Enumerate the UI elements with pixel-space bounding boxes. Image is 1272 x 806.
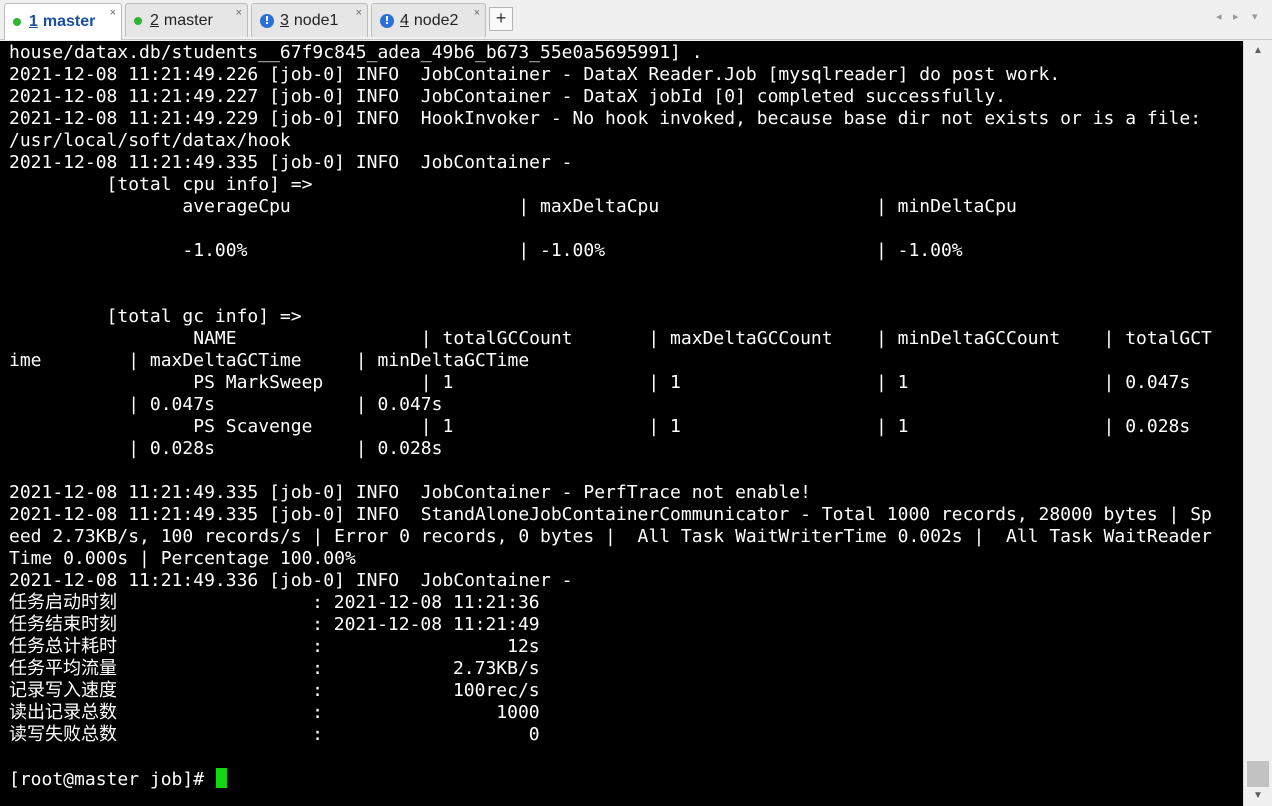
scroll-down-icon[interactable]: ▼ xyxy=(1244,786,1272,806)
scroll-thumb[interactable] xyxy=(1247,761,1269,787)
terminal-line: 2021-12-08 11:21:49.335 [job-0] INFO Sta… xyxy=(9,504,1212,525)
tab-scroll-left-icon[interactable]: ◂ xyxy=(1216,10,1222,23)
terminal-line: | 0.028s | 0.028s xyxy=(9,438,443,459)
tab-scroll-right-icon[interactable]: ▸ xyxy=(1233,10,1239,23)
terminal-line: 任务总计耗时 : 12s xyxy=(9,636,540,657)
terminal-line: [total gc info] => xyxy=(9,306,302,327)
tab-4-node2[interactable]: ! 4 node2 × xyxy=(371,3,486,37)
tab-number: 3 xyxy=(280,11,289,29)
terminal-line: Time 0.000s | Percentage 100.00% xyxy=(9,548,356,569)
terminal-line: 读出记录总数 : 1000 xyxy=(9,702,540,723)
tab-1-master[interactable]: 1 master × xyxy=(4,3,122,40)
close-icon[interactable]: × xyxy=(474,7,480,19)
terminal-line: NAME | totalGCCount | maxDeltaGCCount | … xyxy=(9,328,1212,349)
terminal-line: [total cpu info] => xyxy=(9,174,313,195)
terminal-line: 任务启动时刻 : 2021-12-08 11:21:36 xyxy=(9,592,540,613)
terminal-output[interactable]: house/datax.db/students__67f9c845_adea_4… xyxy=(0,41,1243,806)
vertical-scrollbar[interactable]: ▲ ▼ xyxy=(1243,41,1272,806)
terminal-line: 2021-12-08 11:21:49.226 [job-0] INFO Job… xyxy=(9,64,1061,85)
terminal-line: eed 2.73KB/s, 100 records/s | Error 0 re… xyxy=(9,526,1212,547)
close-icon[interactable]: × xyxy=(356,7,362,19)
terminal-line: 读写失败总数 : 0 xyxy=(9,724,540,745)
tab-menu-icon[interactable]: ▾ xyxy=(1252,10,1258,23)
tab-2-master[interactable]: 2 master × xyxy=(125,3,248,37)
tab-label: master xyxy=(163,11,213,29)
text-cursor xyxy=(215,768,227,788)
terminal-line: 2021-12-08 11:21:49.229 [job-0] INFO Hoo… xyxy=(9,108,1202,129)
tab-3-node1[interactable]: ! 3 node1 × xyxy=(251,3,368,37)
terminal-line: 2021-12-08 11:21:49.335 [job-0] INFO Job… xyxy=(9,152,573,173)
terminal-line: PS MarkSweep | 1 | 1 | 1 | 0.047s xyxy=(9,372,1191,393)
session-tab-bar: 1 master × 2 master × ! 3 node1 × ! 4 no… xyxy=(0,0,1272,40)
terminal-line: ime | maxDeltaGCTime | minDeltaGCTime xyxy=(9,350,530,371)
terminal-line: -1.00% | -1.00% | -1.00% xyxy=(9,240,963,261)
tab-number: 2 xyxy=(150,11,159,29)
tab-label: master xyxy=(42,13,96,30)
terminal-line: averageCpu | maxDeltaCpu | minDeltaCpu xyxy=(9,196,1017,217)
connected-status-icon xyxy=(13,18,21,26)
new-tab-button[interactable]: + xyxy=(489,7,513,31)
connected-status-icon xyxy=(134,16,142,25)
terminal-line: 任务平均流量 : 2.73KB/s xyxy=(9,658,540,679)
close-icon[interactable]: × xyxy=(236,7,242,19)
info-status-icon: ! xyxy=(380,13,394,28)
tab-label: node1 xyxy=(293,11,339,29)
terminal-line: 记录写入速度 : 100rec/s xyxy=(9,680,540,701)
terminal-line: 2021-12-08 11:21:49.336 [job-0] INFO Job… xyxy=(9,570,573,591)
terminal-line: PS Scavenge | 1 | 1 | 1 | 0.028s xyxy=(9,416,1191,437)
terminal-line: 2021-12-08 11:21:49.227 [job-0] INFO Job… xyxy=(9,86,1006,107)
tab-number: 4 xyxy=(400,11,409,29)
prompt-text: [root@master job]# xyxy=(9,769,215,790)
terminal-line: house/datax.db/students__67f9c845_adea_4… xyxy=(9,42,703,63)
tab-label: node2 xyxy=(413,11,459,29)
info-status-icon: ! xyxy=(260,13,274,28)
tab-number: 1 xyxy=(29,13,38,30)
close-icon[interactable]: × xyxy=(110,7,116,19)
terminal-line: 2021-12-08 11:21:49.335 [job-0] INFO Job… xyxy=(9,482,811,503)
terminal-lines: house/datax.db/students__67f9c845_adea_4… xyxy=(9,42,1212,790)
shell-prompt: [root@master job]# xyxy=(9,768,1212,790)
scroll-up-icon[interactable]: ▲ xyxy=(1244,41,1272,61)
terminal-line: 任务结束时刻 : 2021-12-08 11:21:49 xyxy=(9,614,540,635)
terminal-line: | 0.047s | 0.047s xyxy=(9,394,443,415)
terminal-line: /usr/local/soft/datax/hook xyxy=(9,130,291,151)
